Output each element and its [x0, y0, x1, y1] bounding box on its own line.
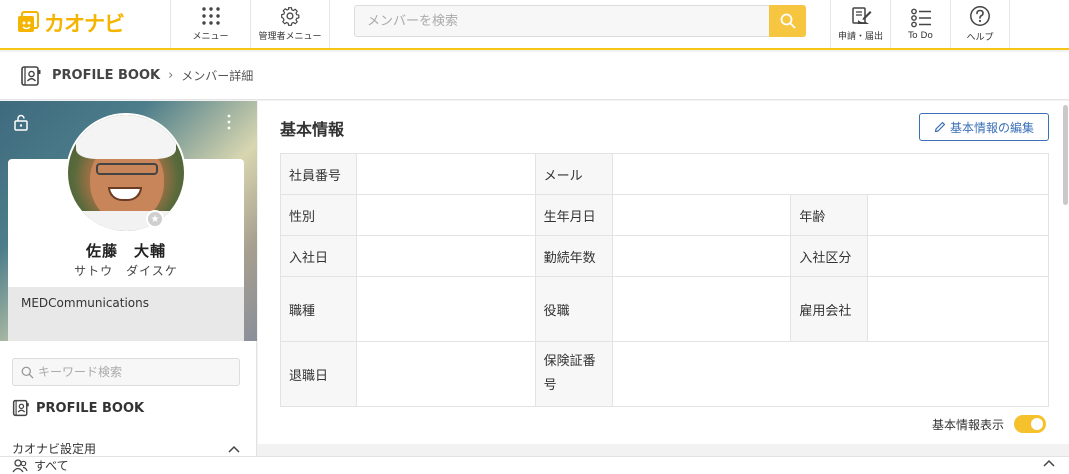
search-icon	[21, 366, 34, 378]
field-label-birthday: 生年月日	[534, 194, 613, 236]
avatar[interactable]	[66, 113, 186, 233]
field-label-join-date: 入社日	[280, 235, 357, 277]
basic-info-toggle-label: 基本情報表示	[932, 417, 1005, 432]
keyword-search-input[interactable]	[38, 365, 233, 379]
field-value-insurance-no	[611, 341, 1050, 407]
kebab-menu-icon[interactable]	[226, 114, 232, 130]
avatar-shirt	[68, 211, 184, 231]
basic-info-title: 基本情報	[280, 120, 345, 139]
table-row: 入社日 勤続年数 入社区分	[280, 235, 1049, 277]
sidebar-group-label: カオナビ設定用	[12, 442, 97, 456]
field-label-employee-no: 社員番号	[280, 153, 357, 195]
field-value-years	[611, 235, 792, 277]
search-icon	[780, 13, 795, 29]
logo-mark-icon	[18, 11, 39, 32]
field-value-leave-date	[355, 341, 536, 407]
todo-button[interactable]: To Do	[890, 0, 950, 48]
edit-basic-info-label: 基本情報の編集	[949, 120, 1034, 135]
edit-basic-info-button[interactable]: 基本情報の編集	[919, 113, 1049, 141]
help-button[interactable]: ヘルプ	[950, 0, 1010, 48]
table-row: 職種 役職 雇用会社	[280, 276, 1049, 342]
field-value-email	[611, 153, 1050, 195]
keyword-search	[12, 358, 240, 386]
profile-book-icon	[12, 399, 29, 417]
avatar-glasses	[96, 163, 158, 175]
bottom-filter-bar: すべて	[0, 456, 1069, 474]
table-row: 社員番号 メール	[280, 153, 1050, 195]
checklist-icon	[910, 8, 931, 27]
breadcrumb: PROFILE BOOK › メンバー詳細	[0, 52, 1069, 100]
menu-button[interactable]: メニュー	[170, 0, 250, 48]
request-icon	[851, 7, 871, 24]
pencil-icon	[934, 121, 946, 133]
breadcrumb-current: メンバー詳細	[181, 69, 254, 83]
profile-card: ★ 佐藤 大輔 サトウ ダイスケ MEDCommunications	[0, 101, 257, 341]
member-search-input[interactable]	[355, 6, 771, 36]
breadcrumb-profile-book[interactable]: PROFILE BOOK	[52, 68, 160, 83]
profile-kana: サトウ ダイスケ	[74, 264, 178, 278]
basic-info-table: 社員番号 メール 性別 生年月日 年齢 入社日 勤続年数 入社区分 職種 役職	[280, 153, 1050, 407]
menu-label: メニュー	[192, 32, 229, 42]
field-label-age: 年齢	[790, 194, 869, 236]
basic-info-panel: 基本情報 基本情報の編集 社員番号 メール 性別 生年月日 年齢 入社日 勤続年…	[258, 101, 1069, 444]
field-value-join-date	[355, 235, 536, 277]
field-label-years: 勤続年数	[534, 235, 613, 277]
field-value-age	[867, 194, 1049, 236]
filter-all-label[interactable]: すべて	[34, 457, 69, 474]
lock-icon[interactable]	[13, 114, 29, 131]
help-icon	[970, 6, 990, 26]
sidebar: ★ 佐藤 大輔 サトウ ダイスケ MEDCommunications PROFI…	[0, 101, 257, 456]
todo-label: To Do	[908, 30, 933, 41]
users-icon	[12, 458, 28, 472]
field-value-join-type	[867, 235, 1049, 277]
profile-book-icon	[21, 65, 41, 86]
scrollbar-thumb[interactable]	[1063, 105, 1068, 205]
chevron-up-icon	[228, 445, 240, 453]
table-row: 性別 生年月日 年齢	[280, 194, 1049, 236]
field-label-job-type: 職種	[280, 276, 357, 342]
kaonavi-logo[interactable]: カオナビ	[16, 8, 125, 38]
breadcrumb-separator: ›	[168, 68, 174, 83]
field-value-birthday	[611, 194, 792, 236]
basic-info-toggle-row: 基本情報表示	[932, 415, 1047, 433]
basic-info-toggle[interactable]	[1014, 415, 1047, 433]
field-label-email: メール	[534, 153, 613, 195]
table-row: 退職日 保険証番号	[280, 341, 1050, 407]
field-value-gender	[355, 194, 536, 236]
help-label: ヘルプ	[966, 33, 994, 43]
field-label-insurance-no: 保険証番号	[534, 341, 613, 407]
gear-icon	[281, 7, 300, 26]
field-label-join-type: 入社区分	[790, 235, 869, 277]
profile-company: MEDCommunications	[8, 287, 244, 341]
field-label-position: 役職	[534, 276, 613, 342]
admin-menu-label: 管理者メニュー	[258, 32, 322, 42]
apply-label: 申請・届出	[837, 32, 883, 42]
avatar-cap	[76, 115, 176, 159]
field-value-job-type	[355, 276, 536, 342]
chevron-up-icon[interactable]	[1043, 459, 1055, 467]
apply-button[interactable]: 申請・届出	[830, 0, 890, 48]
admin-menu-button[interactable]: 管理者メニュー	[250, 0, 330, 48]
field-label-employer: 雇用会社	[790, 276, 869, 342]
sidebar-profile-book-label: PROFILE BOOK	[36, 400, 145, 416]
field-label-gender: 性別	[280, 194, 357, 236]
field-label-leave-date: 退職日	[280, 341, 357, 407]
sidebar-group-kaonavi-settings[interactable]: カオナビ設定用	[12, 440, 240, 457]
grid-icon	[201, 7, 220, 25]
member-search	[354, 5, 806, 37]
favorite-star-icon[interactable]: ★	[146, 210, 164, 228]
field-value-employer	[867, 276, 1049, 342]
search-button[interactable]	[769, 5, 806, 37]
logo-text: カオナビ	[44, 12, 125, 36]
sidebar-profile-book[interactable]: PROFILE BOOK	[12, 399, 144, 417]
app-header: カオナビ メニュー 管理者メニュー メンバーを検索 申請・届出 To Do ヘル…	[0, 0, 1069, 50]
field-value-employee-no	[355, 153, 536, 195]
profile-name: 佐藤 大輔	[85, 242, 166, 260]
field-value-position	[611, 276, 792, 342]
